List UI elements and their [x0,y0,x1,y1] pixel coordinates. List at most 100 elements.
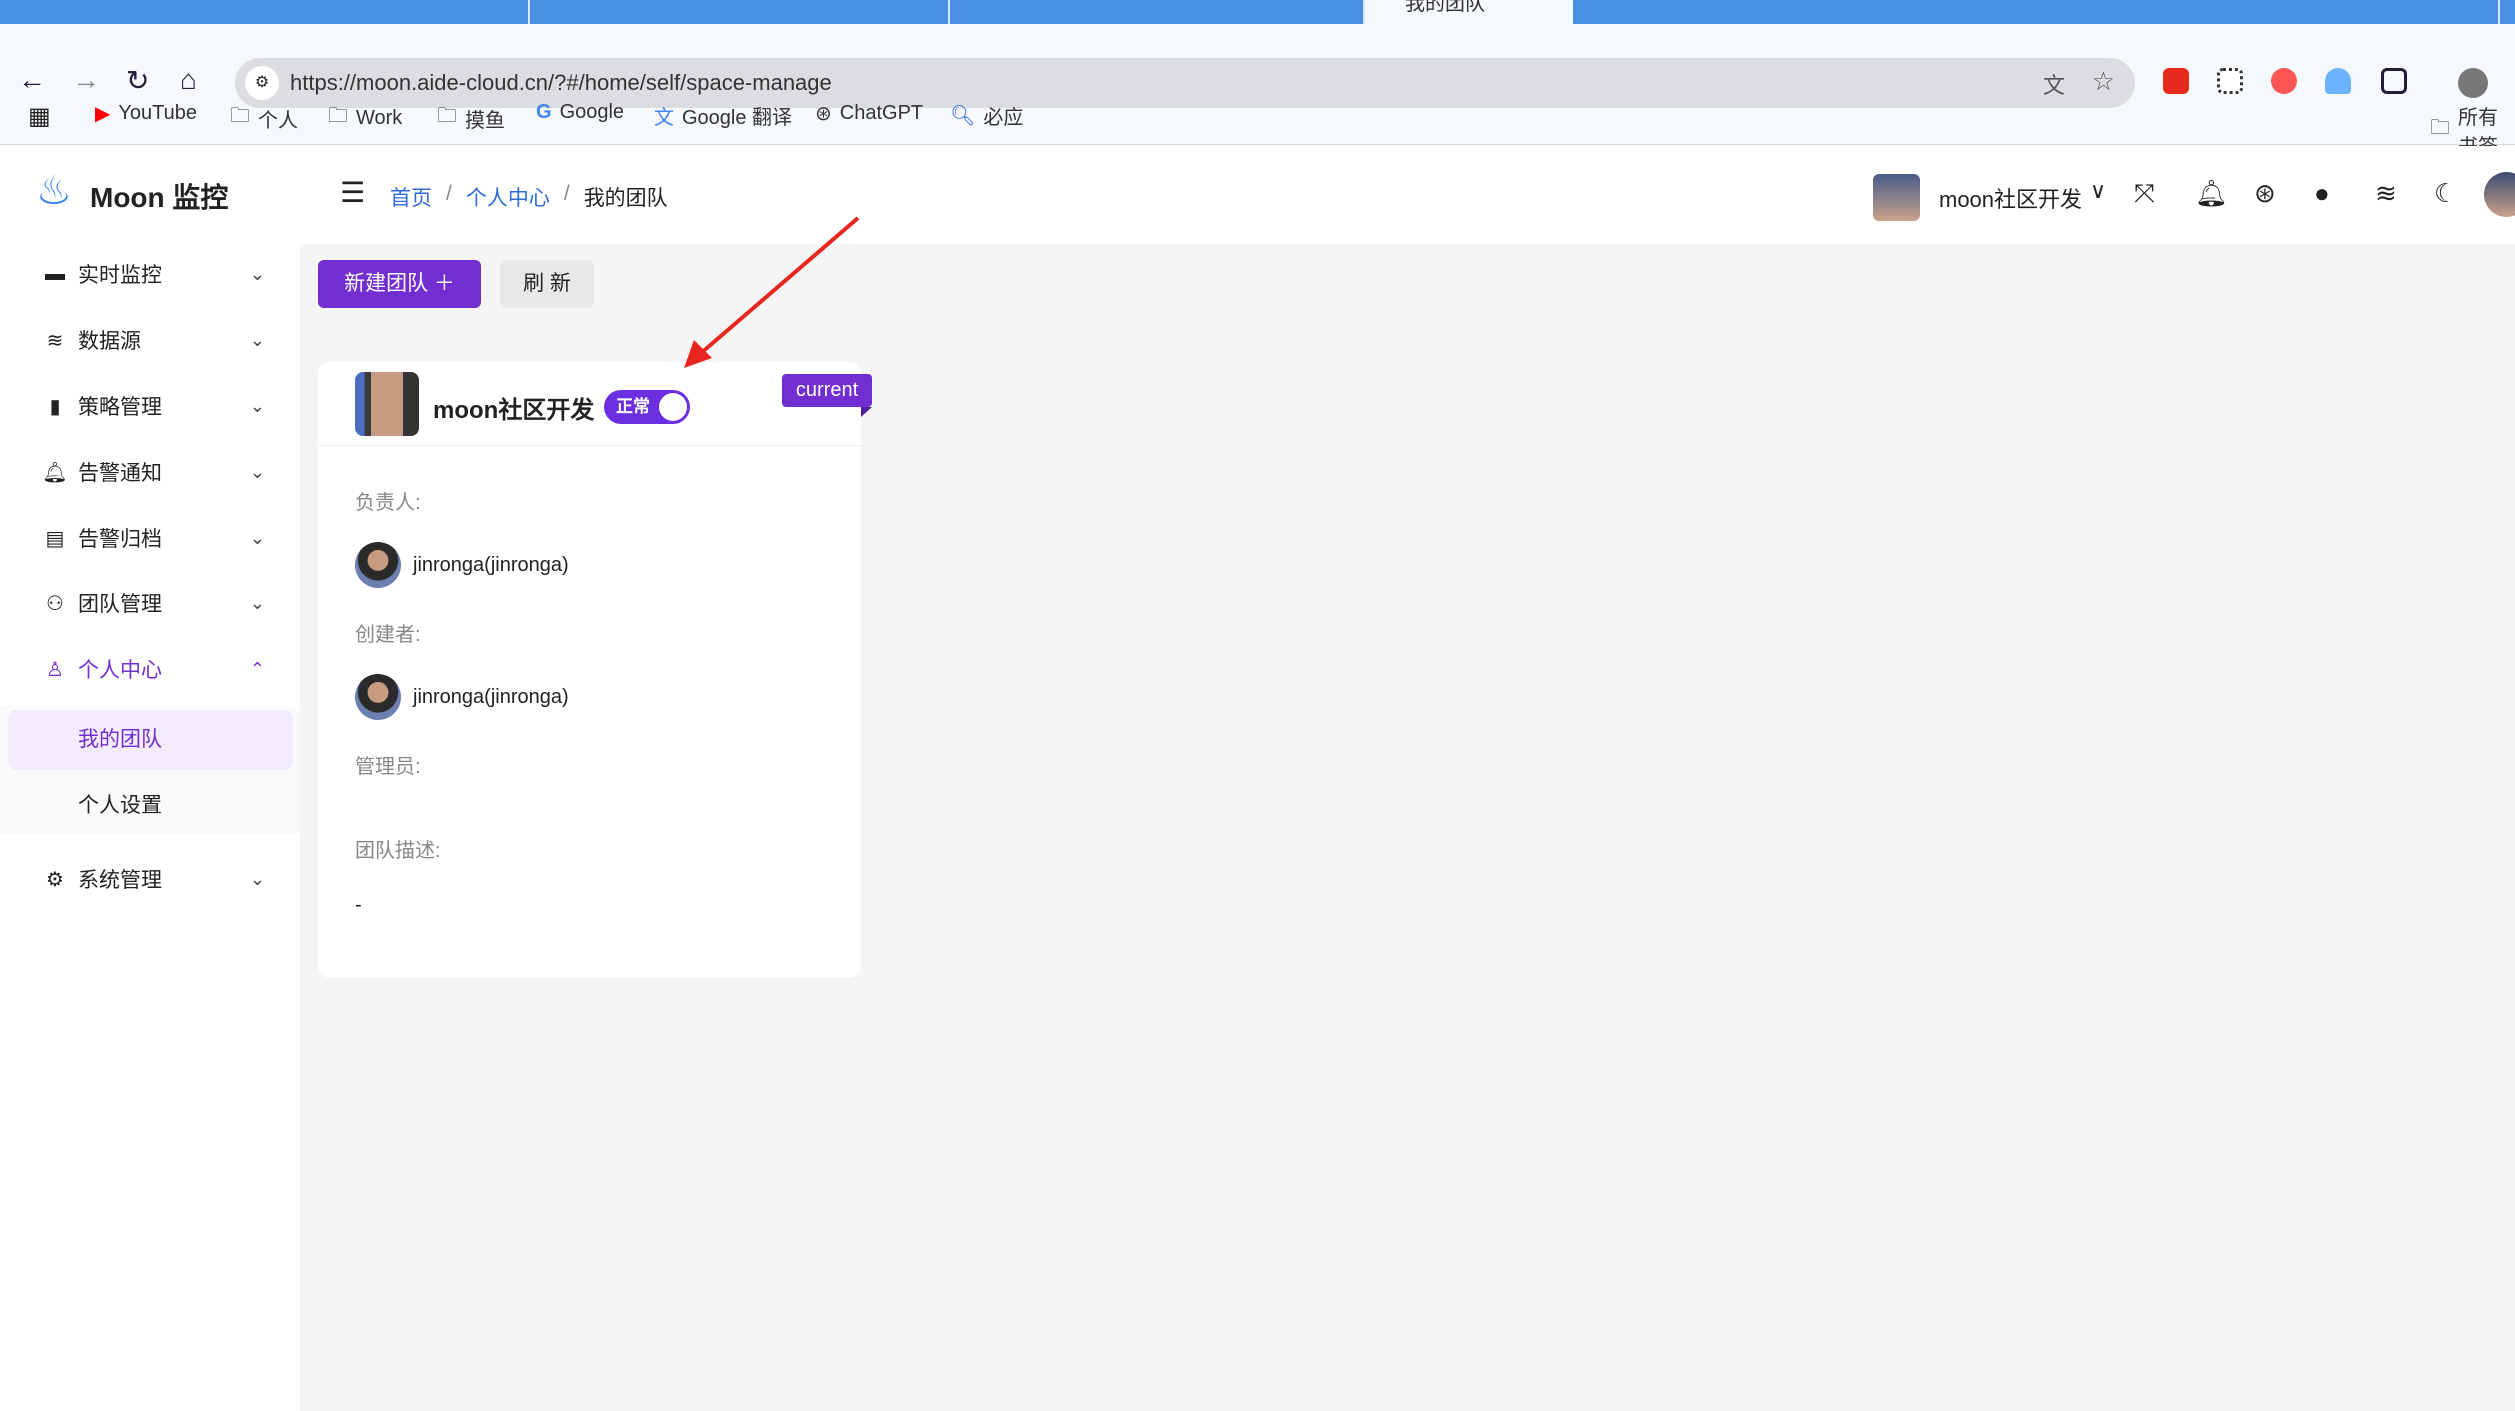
github-icon[interactable]: ● [2314,178,2330,209]
moon-theme-icon[interactable]: ☾ [2434,178,2457,209]
team-switcher[interactable]: moon社区开发 [1939,182,2082,214]
google-icon: G [536,101,552,123]
browser-tab[interactable] [950,0,1365,24]
extension-icon[interactable] [2163,68,2189,94]
sidebar-item-strategy[interactable]: ▮ 策略管理 ⌄ [0,376,300,436]
back-icon[interactable]: ← [18,64,46,96]
fullscreen-icon[interactable]: ⤧ [2134,178,2155,210]
chevron-down-icon: ⌄ [249,461,265,482]
home-icon[interactable]: ⌂ [180,64,197,96]
menu-label: 告警通知 [78,462,162,485]
bookmark-label: Work [356,106,403,129]
cloud-icon[interactable] [2325,68,2351,94]
bell-icon[interactable]: 🔔︎ [2195,178,2228,209]
chevron-down-icon: ⌄ [249,395,265,416]
layers-icon[interactable]: ≋ [2375,178,2397,209]
bell-icon: 🔔︎ [42,461,68,484]
status-toggle[interactable]: 正常 [604,390,690,424]
puzzle-icon[interactable] [2381,68,2407,94]
description-label: 团队描述: [355,840,441,862]
bookmark-chatgpt[interactable]: ⊛ ChatGPT [815,101,923,126]
search-icon: 🔍︎ [950,105,976,127]
bookmark-folder[interactable]: 🗀 个人 [230,101,298,135]
folder-icon: 🗀 [328,105,348,127]
sidebar-item-realtime-monitor[interactable]: ▬ 实时监控 ⌄ [0,244,300,304]
menu-label: 数据源 [78,330,141,353]
bookmark-google-translate[interactable]: 文 Google 翻译 [654,101,792,130]
creator-label: 创建者: [355,624,421,646]
translate-icon: 文 [654,107,674,129]
sidebar-item-alarm-archive[interactable]: ▤ 告警归档 ⌄ [0,508,300,568]
avatar [355,674,401,720]
chevron-down-icon: ⌄ [249,527,265,548]
monitor-icon: ▬ [45,262,65,285]
sidebar-item-personal-center[interactable]: ♙ 个人中心 ⌃ [0,639,300,699]
sidebar-item-my-team[interactable]: 我的团队 [8,710,293,770]
profile-avatar[interactable] [2458,68,2488,98]
forward-icon[interactable]: → [72,64,100,96]
layers-icon: ≋ [46,329,64,352]
qr-code-icon[interactable] [2217,68,2243,94]
extension-icon[interactable] [2271,68,2297,94]
menu-label: 策略管理 [78,396,162,419]
bookmark-folder[interactable]: 🗀 摸鱼 [437,101,505,135]
gear-icon: ⚙ [46,868,64,891]
openai-icon[interactable]: ⊛ [2254,178,2276,209]
browser-tab[interactable] [530,0,950,24]
address-bar[interactable]: ⚙ https://moon.aide-cloud.cn/?#/home/sel… [235,58,2135,108]
star-icon[interactable]: ☆ [2092,66,2115,97]
bookmark-label: Google 翻译 [682,107,793,129]
translate-icon[interactable]: 文 [2043,68,2065,100]
url-text[interactable]: https://moon.aide-cloud.cn/?#/home/self/… [290,70,832,96]
leader-label: 负责人: [355,492,421,514]
sidebar-item-team-manage[interactable]: ⚇ 团队管理 ⌄ [0,573,300,633]
bookmark-folder[interactable]: 🗀 Work [328,101,402,135]
apps-grid-icon[interactable]: ▦ [28,102,51,131]
browser-tab[interactable] [1580,0,2500,24]
team-card[interactable]: moon社区开发 正常 current 负责人: jinronga(jinron… [318,362,872,978]
breadcrumb-home[interactable]: 首页 [390,182,432,212]
bookmark-youtube[interactable]: ▶ YouTube [95,101,197,126]
sidebar-item-personal-settings[interactable]: 个人设置 [8,776,293,836]
bookmark-label: YouTube [118,102,197,124]
menu-label: 实时监控 [78,264,162,287]
menu-label: 个人中心 [78,659,162,682]
breadcrumb-personal-center[interactable]: 个人中心 [466,182,550,212]
team-icon: ⚇ [46,592,64,615]
bookmark-label: Google [559,101,625,123]
sidebar: ▬ 实时监控 ⌄ ≋ 数据源 ⌄ ▮ 策略管理 ⌄ 🔔︎ 告警通知 ⌄ ▤ 告警归档 ⌄ ⚇ 团队管理… [0,244,300,1411]
bookmark-bing[interactable]: 🔍︎ 必应 [950,101,1023,130]
reload-icon[interactable]: ↻ [126,64,149,97]
sidebar-item-datasource[interactable]: ≋ 数据源 ⌄ [0,310,300,370]
team-avatar[interactable] [1873,174,1920,221]
moon-logo-icon: ♨ [36,169,72,213]
bookmark-label: ChatGPT [839,102,924,124]
sidebar-item-alarm-notify[interactable]: 🔔︎ 告警通知 ⌄ [0,442,300,502]
current-badge: current [782,374,872,407]
menu-label: 告警归档 [78,528,162,551]
menu-collapse-icon[interactable]: ☰ [340,176,365,209]
status-label: 正常 [616,397,650,416]
logo-text[interactable]: Moon 监控 [90,176,228,216]
browser-toolbar: ← → ↻ ⌂ ⚙ https://moon.aide-cloud.cn/?#/… [0,24,2515,158]
sidebar-item-system-manage[interactable]: ⚙ 系统管理 ⌄ [0,849,300,909]
folder-icon: 🗀 [2430,117,2450,139]
site-info-icon[interactable]: ⚙ [245,66,279,100]
browser-tab[interactable] [60,0,530,24]
browser-tab-active[interactable]: 我的团队 [1365,0,1573,24]
description-value: - [355,894,362,916]
breadcrumb-current: 我的团队 [583,187,668,210]
leader: jinronga(jinronga) [355,542,569,588]
bookmark-google[interactable]: G Google [536,101,624,124]
plus-icon: ＋ [433,272,455,295]
chevron-down-icon[interactable]: ∨ [2090,178,2106,204]
admin-label: 管理员: [355,756,421,778]
creator: jinronga(jinronga) [355,674,569,720]
refresh-button[interactable]: 刷 新 [500,260,594,308]
chevron-down-icon: ⌄ [249,868,265,889]
user-avatar[interactable] [2484,172,2515,217]
user-icon: ♙ [46,658,64,681]
new-team-button[interactable]: 新建团队 ＋ [318,260,481,308]
bookmark-label: 个人 [258,109,298,132]
toggle-knob [659,393,687,421]
